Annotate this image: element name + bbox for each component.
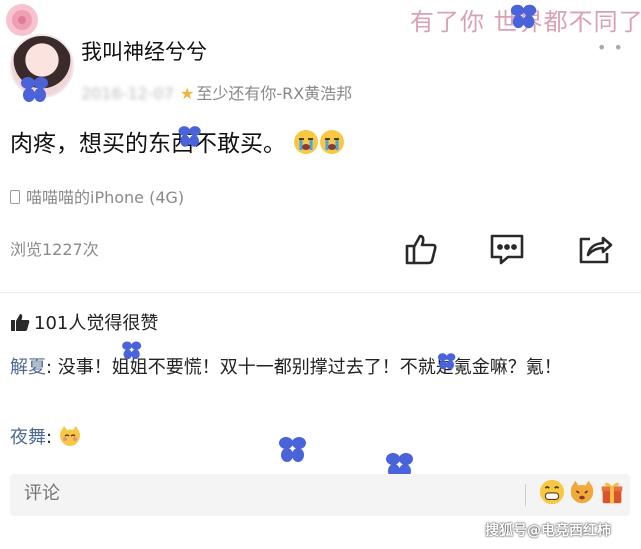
shy-cat-face-icon xyxy=(59,426,80,446)
comment-author[interactable]: 解夏 xyxy=(10,357,46,378)
comment-item: 解夏: 没事！姐姐不要慌！双十一都别撑过去了！不就是氪金嘛？氪！ xyxy=(10,353,630,383)
blue-flower-icon xyxy=(178,126,201,147)
post-body: 肉疼，想买的东西不敢买。 xyxy=(10,131,286,157)
grinning-face-icon[interactable] xyxy=(538,478,566,506)
comment-item: 夜舞: xyxy=(10,423,630,453)
crying-face-icon xyxy=(320,130,345,154)
device-label: 喵喵喵的iPhone (4G) xyxy=(26,188,185,207)
post-tag[interactable]: 至少还有你-RX黄浩邦 xyxy=(196,84,352,103)
blue-flower-icon xyxy=(21,77,48,102)
blue-flower-icon xyxy=(437,353,456,370)
gift-box-icon[interactable] xyxy=(598,478,626,506)
view-count: 浏览1227次 xyxy=(10,240,99,259)
cat-face-icon[interactable] xyxy=(568,478,596,506)
comment-separator: : xyxy=(46,427,58,448)
emoji-buttons xyxy=(538,478,626,506)
comment-bar xyxy=(10,474,630,516)
share-icon xyxy=(579,236,613,264)
post-header: 我叫神经兮兮 • • 2016-12-07 ★ 至少还有你-RX黄浩邦 xyxy=(10,24,630,108)
action-row: 浏览1227次 xyxy=(0,226,641,272)
watermark: 搜狐号@电竞西红柿 xyxy=(485,523,611,539)
share-button[interactable] xyxy=(572,226,618,272)
thumbs-up-icon xyxy=(405,234,437,265)
section-divider xyxy=(0,292,641,293)
more-options-icon[interactable]: • • xyxy=(597,38,624,57)
likes-summary[interactable]: 101人觉得很赞 xyxy=(10,309,158,335)
blue-flower-icon xyxy=(279,437,306,462)
bar-separator xyxy=(525,484,526,506)
blue-flower-icon xyxy=(122,341,142,360)
star-icon: ★ xyxy=(179,84,195,103)
blue-flower-icon xyxy=(510,4,537,29)
device-source: 喵喵喵的iPhone (4G) xyxy=(10,184,184,208)
comment-separator: : xyxy=(46,357,58,378)
post-date: 2016-12-07 xyxy=(81,84,174,103)
username[interactable]: 我叫神经兮兮 xyxy=(81,36,207,66)
phone-icon xyxy=(10,190,20,204)
likes-count: 101人觉得很赞 xyxy=(34,313,159,334)
post-meta: 2016-12-07 ★ 至少还有你-RX黄浩邦 xyxy=(81,80,352,104)
comment-button[interactable] xyxy=(484,226,530,272)
thumbs-up-icon xyxy=(11,314,30,331)
comment-author[interactable]: 夜舞 xyxy=(10,427,46,448)
comment-input[interactable] xyxy=(24,483,504,504)
comment-bubble-icon xyxy=(490,234,524,265)
crying-face-icon xyxy=(294,130,319,154)
like-button[interactable] xyxy=(398,226,444,272)
